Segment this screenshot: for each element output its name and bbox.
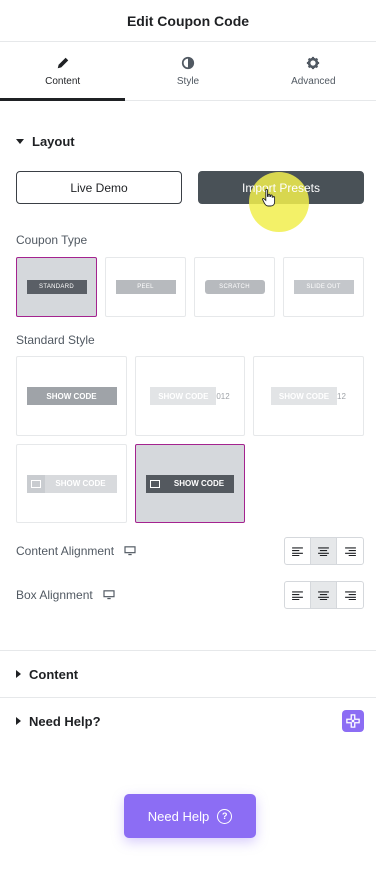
- box-alignment-row: Box Alignment: [0, 581, 376, 609]
- coupon-type-scratch[interactable]: SCRATCH: [194, 257, 275, 317]
- coupon-type-standard[interactable]: STANDARD: [16, 257, 97, 317]
- section-need-help-title: Need Help?: [29, 713, 101, 729]
- style-3-code-suffix: 12: [337, 391, 346, 401]
- section-layout-title: Layout: [32, 134, 75, 149]
- content-alignment-row: Content Alignment: [0, 537, 376, 565]
- coupon-type-standard-label: STANDARD: [26, 280, 87, 294]
- standard-style-row-1: SHOW CODE SHOW CODE 012 SHOW CODE 12: [0, 356, 376, 436]
- ticket-icon: [26, 474, 45, 493]
- align-left-icon: [292, 546, 303, 556]
- tab-style-label: Style: [176, 75, 200, 87]
- coupon-type-slide-out[interactable]: SLIDE OUT: [283, 257, 364, 317]
- panel-title: Edit Coupon Code: [126, 12, 250, 29]
- import-presets-button[interactable]: Import Presets: [198, 171, 364, 232]
- tab-advanced[interactable]: Advanced: [251, 42, 376, 100]
- import-presets-label: Import Presets: [241, 180, 321, 195]
- gear-icon: [307, 56, 320, 69]
- align-center-button[interactable]: [311, 538, 337, 564]
- standard-style-1[interactable]: SHOW CODE: [16, 356, 127, 436]
- content-alignment-control: [284, 537, 364, 565]
- standard-style-label: Standard Style: [16, 333, 95, 347]
- coupon-type-label: Coupon Type: [16, 233, 88, 247]
- align-right-icon: [344, 590, 356, 600]
- box-alignment-label: Box Alignment: [16, 588, 93, 602]
- standard-style-row-2: SHOW CODE SHOW CODE: [0, 444, 376, 523]
- align-left-button[interactable]: [285, 538, 311, 564]
- style-5-show-code: SHOW CODE: [173, 479, 225, 488]
- style-4-preview: SHOW CODE: [26, 474, 117, 493]
- style-3-preview: SHOW CODE 12: [271, 387, 346, 405]
- coupon-type-scratch-label: SCRATCH: [204, 280, 265, 294]
- desktop-icon: [103, 590, 115, 600]
- style-1-show-code: SHOW CODE: [26, 387, 117, 405]
- align-center-icon: [318, 590, 329, 600]
- align-right-button[interactable]: [337, 538, 363, 564]
- desktop-icon: [124, 546, 136, 556]
- standard-style-2[interactable]: SHOW CODE 012: [135, 356, 245, 436]
- box-align-right-button[interactable]: [337, 582, 363, 608]
- tab-content-label: Content: [45, 75, 81, 87]
- style-2-show-code: SHOW CODE: [150, 387, 217, 405]
- hand-cursor-icon: [262, 188, 276, 207]
- caret-down-icon: [16, 139, 24, 144]
- coupon-type-slide-out-label: SLIDE OUT: [293, 280, 354, 294]
- need-help-button-label: Need Help: [147, 808, 210, 824]
- need-help-button[interactable]: Need Help ?: [124, 794, 256, 838]
- live-demo-label: Live Demo: [70, 180, 128, 195]
- style-2-preview: SHOW CODE 012: [150, 387, 230, 405]
- preset-buttons: Live Demo Import Presets: [0, 171, 376, 232]
- coupon-type-options: STANDARD PEEL SCRATCH SLIDE OUT: [0, 257, 376, 317]
- ticket-icon: [146, 475, 164, 493]
- align-right-icon: [344, 546, 356, 556]
- half-circle-icon: [181, 56, 195, 69]
- standard-style-3[interactable]: SHOW CODE 12: [253, 356, 364, 436]
- question-icon: ?: [217, 808, 233, 824]
- align-left-icon: [292, 590, 303, 600]
- caret-right-icon: [16, 670, 21, 678]
- section-need-help-toggle[interactable]: Need Help?: [0, 698, 376, 744]
- pencil-icon: [57, 57, 68, 68]
- section-layout-toggle[interactable]: Layout: [0, 134, 376, 149]
- style-4-show-code: SHOW CODE: [55, 479, 106, 488]
- tab-bar: Content Style Advanced: [0, 42, 376, 101]
- content-alignment-label: Content Alignment: [16, 544, 115, 558]
- style-3-show-code: SHOW CODE: [271, 387, 338, 405]
- tab-advanced-label: Advanced: [291, 75, 336, 87]
- coupon-type-peel[interactable]: PEEL: [105, 257, 186, 317]
- tab-style[interactable]: Style: [125, 42, 250, 100]
- tab-content[interactable]: Content: [0, 42, 126, 101]
- style-2-code-suffix: 012: [216, 391, 230, 401]
- box-align-left-button[interactable]: [285, 582, 311, 608]
- coupon-type-peel-label: PEEL: [115, 280, 176, 294]
- box-align-center-button[interactable]: [311, 582, 337, 608]
- standard-style-5[interactable]: SHOW CODE: [135, 444, 245, 523]
- live-demo-button[interactable]: Live Demo: [16, 171, 182, 204]
- section-content-toggle[interactable]: Content: [0, 651, 376, 697]
- caret-right-icon: [16, 717, 21, 725]
- standard-style-4[interactable]: SHOW CODE: [16, 444, 127, 523]
- style-5-preview: SHOW CODE: [146, 474, 234, 493]
- plugin-logo-icon: [342, 710, 364, 732]
- panel-header: Edit Coupon Code: [0, 0, 376, 42]
- box-alignment-control: [284, 581, 364, 609]
- section-content-title: Content: [29, 666, 79, 682]
- align-center-icon: [318, 546, 329, 556]
